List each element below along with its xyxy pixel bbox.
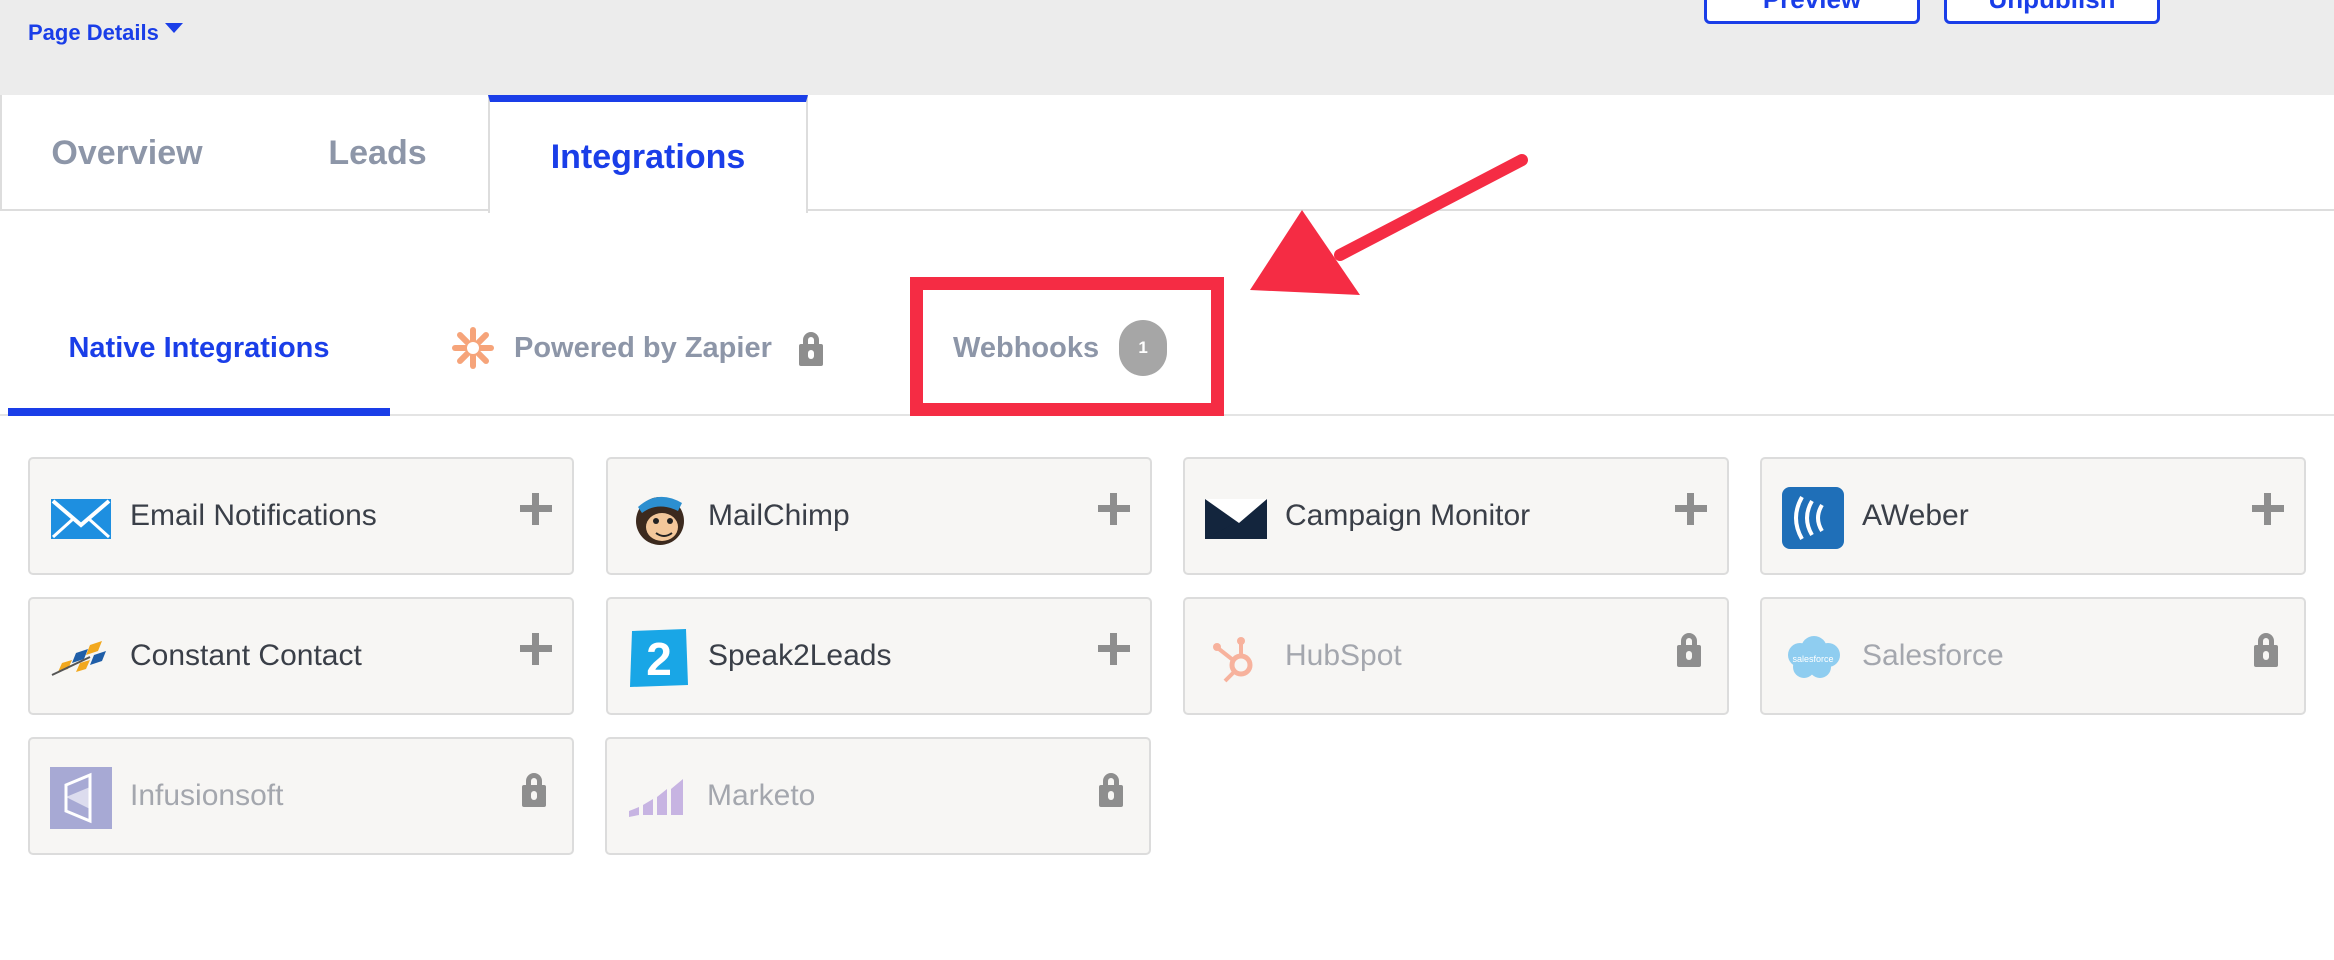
tab-powered-by-zapier-label: Powered by Zapier xyxy=(514,331,772,364)
tab-overview[interactable]: Overview xyxy=(0,95,252,211)
page-details-dropdown[interactable]: Page Details xyxy=(28,20,183,46)
page-details-label: Page Details xyxy=(28,20,159,45)
integration-card-aweber[interactable]: AWeber xyxy=(1760,457,2306,575)
tab-webhooks[interactable]: Webhooks 1 xyxy=(953,280,1168,416)
tab-integrations[interactable]: Integrations xyxy=(488,95,808,213)
hubspot-icon xyxy=(1213,637,1253,683)
unpublish-button-label: Unpublish xyxy=(1988,0,2115,15)
add-icon[interactable] xyxy=(1673,491,1709,527)
integration-name: Campaign Monitor xyxy=(1285,499,1531,532)
lock-icon xyxy=(1095,771,1131,807)
add-icon[interactable] xyxy=(1096,631,1132,667)
integration-card-constant-contact[interactable]: Constant Contact xyxy=(28,597,574,715)
webhooks-count-badge: 1 xyxy=(1119,320,1168,376)
integration-name: Salesforce xyxy=(1862,639,2004,672)
tab-leads-label: Leads xyxy=(328,133,427,172)
constant-contact-icon xyxy=(51,641,106,676)
integration-card-speak2leads[interactable]: 2 Speak2Leads xyxy=(606,597,1152,715)
aweber-icon xyxy=(1782,487,1844,549)
integration-card-hubspot[interactable]: HubSpot xyxy=(1183,597,1729,715)
tab-integrations-label: Integrations xyxy=(550,138,746,176)
add-icon[interactable] xyxy=(1096,491,1132,527)
lock-icon xyxy=(518,771,554,807)
integration-sub-tabs: Native Integrations Powered by Zapier We… xyxy=(0,280,2334,416)
campaign-monitor-icon xyxy=(1205,499,1267,539)
main-tabs: Overview Leads Integrations xyxy=(0,95,2334,213)
zapier-lock-icon xyxy=(795,330,831,366)
speak2leads-logo-text: 2 xyxy=(646,633,672,685)
zapier-icon xyxy=(452,327,494,369)
mailchimp-icon xyxy=(636,496,684,545)
envelope-icon xyxy=(51,499,111,539)
tab-leads[interactable]: Leads xyxy=(270,95,485,211)
integration-name: MailChimp xyxy=(708,499,850,532)
caret-down-icon xyxy=(164,23,183,33)
integration-name: HubSpot xyxy=(1285,639,1402,672)
integration-card-marketo[interactable]: Marketo xyxy=(605,737,1151,855)
unpublish-button[interactable]: Unpublish xyxy=(1944,0,2160,24)
top-bar: Page Details Preview Unpublish xyxy=(0,0,2334,95)
marketo-icon xyxy=(629,779,683,817)
tab-native-integrations[interactable]: Native Integrations xyxy=(8,280,390,416)
integration-name: Email Notifications xyxy=(130,499,377,532)
lock-icon xyxy=(2250,631,2286,667)
tab-powered-by-zapier[interactable]: Powered by Zapier xyxy=(452,280,772,416)
preview-button[interactable]: Preview xyxy=(1704,0,1920,24)
integration-name: AWeber xyxy=(1862,499,1969,532)
add-icon[interactable] xyxy=(518,491,554,527)
integration-card-mailchimp[interactable]: MailChimp xyxy=(606,457,1152,575)
integration-card-salesforce[interactable]: salesforce Salesforce xyxy=(1760,597,2306,715)
integration-name: Marketo xyxy=(707,779,816,812)
add-icon[interactable] xyxy=(518,631,554,667)
tab-webhooks-label: Webhooks xyxy=(953,331,1100,364)
integration-name: Speak2Leads xyxy=(708,639,892,672)
preview-button-label: Preview xyxy=(1763,0,1861,15)
integration-name: Constant Contact xyxy=(130,639,362,672)
infusionsoft-icon xyxy=(50,767,112,829)
add-icon[interactable] xyxy=(2250,491,2286,527)
tab-overview-label: Overview xyxy=(51,133,203,172)
integration-name: Infusionsoft xyxy=(130,779,284,812)
integration-card-campaign-monitor[interactable]: Campaign Monitor xyxy=(1183,457,1729,575)
salesforce-logo-text: salesforce xyxy=(1792,654,1833,664)
lock-icon xyxy=(1673,631,1709,667)
integration-card-email-notifications[interactable]: Email Notifications xyxy=(28,457,574,575)
salesforce-icon: salesforce xyxy=(1788,636,1840,678)
speak2leads-icon: 2 xyxy=(630,629,688,687)
integration-card-infusionsoft[interactable]: Infusionsoft xyxy=(28,737,574,855)
tab-native-integrations-label: Native Integrations xyxy=(68,331,330,364)
